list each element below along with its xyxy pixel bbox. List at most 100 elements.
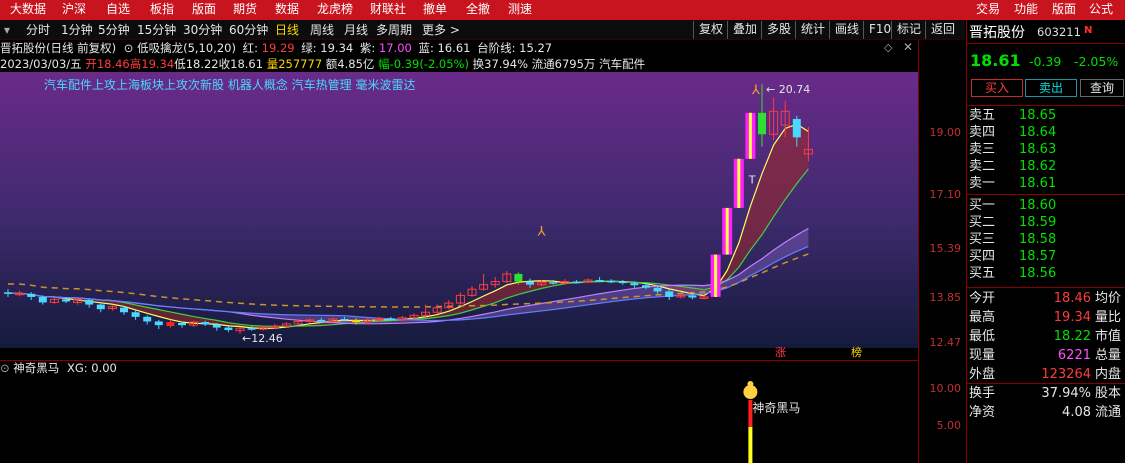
period-tab[interactable]: 多周期	[376, 20, 412, 40]
top-menu-item[interactable]: 交易	[976, 0, 1000, 20]
query-button[interactable]: 查询	[1080, 79, 1124, 97]
ask-row[interactable]: 卖三 18.63	[967, 141, 1125, 158]
ask-row[interactable]: 卖五 18.65	[967, 107, 1125, 124]
bid-price: 18.56	[1019, 266, 1057, 281]
period-tab[interactable]: 日线	[275, 20, 299, 40]
bar-high: 高19.34	[129, 57, 175, 71]
quote-last-price: 18.61	[970, 51, 1021, 70]
candle-body	[549, 282, 558, 284]
top-menu-item[interactable]: 公式	[1089, 0, 1113, 20]
period-menu-arrow-icon[interactable]: ▾	[4, 20, 10, 40]
ask-row[interactable]: 卖二 18.62	[967, 158, 1125, 175]
top-menu-item[interactable]: 功能	[1014, 0, 1038, 20]
sell-button[interactable]: 卖出	[1025, 79, 1077, 97]
period-tab[interactable]: 更多 >	[422, 20, 460, 40]
toolbar-button[interactable]: 画线	[829, 21, 859, 39]
period-tab[interactable]: 月线	[344, 20, 368, 40]
stat-value: 18.46	[1053, 291, 1091, 306]
indicator-panel[interactable]: 神奇黑马	[0, 360, 918, 463]
t-marker: T	[748, 173, 756, 186]
ask-row[interactable]: 卖四 18.64	[967, 124, 1125, 141]
period-tab[interactable]: 5分钟	[98, 20, 130, 40]
top-menu-item[interactable]: 板指	[150, 0, 174, 20]
price-axis: 19.00 17.10 15.39 13.85 12.47 10.00 5.00	[918, 40, 965, 463]
bid-row[interactable]: 买四 18.57	[967, 248, 1125, 265]
price-axis-label: 15.39	[929, 242, 962, 255]
toolbar-button[interactable]: 返回	[925, 21, 955, 39]
bid-row[interactable]: 买五 18.56	[967, 265, 1125, 282]
bar-close: 收18.61	[218, 57, 264, 71]
top-menu-item[interactable]: 大数据	[10, 0, 46, 20]
period-tab[interactable]: 分时	[26, 20, 50, 40]
ask-label: 卖三	[969, 142, 996, 157]
bar-float: 流通6795万	[531, 57, 596, 71]
toolbar-button[interactable]: 多股	[761, 21, 791, 39]
bid-price: 18.60	[1019, 198, 1057, 213]
period-tab[interactable]: 15分钟	[137, 20, 176, 40]
top-menu-item[interactable]: 自选	[106, 0, 130, 20]
bid-label: 买五	[969, 266, 996, 281]
candle-body	[38, 296, 47, 303]
candle-body	[607, 280, 616, 283]
candle-body	[96, 304, 105, 310]
period-tab[interactable]: 周线	[310, 20, 334, 40]
ask-label: 卖一	[969, 176, 996, 191]
signal-bar	[748, 427, 753, 463]
candle-body	[665, 291, 674, 297]
close-icon[interactable]: ✕	[903, 40, 913, 54]
candlestick-chart[interactable]: ← 20.74 ←12.46 T ⅄ ⅄ 涨 榜 汽车配件上攻上海板块上攻次新股 机器人概念…	[0, 72, 918, 360]
stat-row: 最高 19.34 量比	[967, 308, 1125, 327]
bid-row[interactable]: 买三 18.58	[967, 231, 1125, 248]
candle-body	[201, 322, 210, 325]
toolbar-button[interactable]: 统计	[795, 21, 825, 39]
candle-body	[526, 281, 534, 285]
indicator-axis-label: 5.00	[936, 419, 962, 432]
candle-limit-up-core	[714, 254, 718, 297]
top-menu-item[interactable]: 沪深	[62, 0, 86, 20]
top-menu-item[interactable]: 版面	[192, 0, 216, 20]
top-menu-item[interactable]: 龙虎榜	[317, 0, 353, 20]
stat-row: 今开 18.46 均价	[967, 289, 1125, 308]
step-label: 台阶线:	[477, 41, 520, 55]
bid-row[interactable]: 买二 18.59	[967, 214, 1125, 231]
divider	[967, 43, 1125, 44]
top-menu-item[interactable]: 版面	[1052, 0, 1076, 20]
ask-row[interactable]: 卖一 18.61	[967, 175, 1125, 192]
candle-body	[352, 319, 360, 323]
top-menu-item[interactable]: 数据	[275, 0, 299, 20]
candle-body	[247, 328, 256, 330]
candle-body	[642, 285, 650, 288]
candle-limit-up-core	[737, 158, 741, 208]
buy-button[interactable]: 买入	[971, 79, 1023, 97]
settings-icon[interactable]: ⊙	[124, 41, 134, 55]
period-tab[interactable]: 1分钟	[61, 20, 93, 40]
candle-body	[178, 322, 186, 326]
top-menu-item[interactable]: 测速	[508, 0, 532, 20]
stat-label-right: 股本	[1095, 386, 1122, 401]
toolbar-button[interactable]: 复权	[693, 21, 723, 39]
diamond-icon[interactable]: ◇	[884, 41, 892, 54]
period-tab[interactable]: 60分钟	[229, 20, 268, 40]
signal-icon: ⅄	[751, 83, 760, 98]
candle-body	[618, 281, 627, 284]
indicator-collapse-icon[interactable]: ⊙	[0, 361, 10, 375]
candle-body	[120, 307, 128, 313]
period-tab[interactable]: 30分钟	[183, 20, 222, 40]
signal-label: 神奇黑马	[752, 401, 800, 415]
toolbar-button[interactable]: 标记	[891, 21, 921, 39]
blue-value: 16.61	[437, 41, 471, 55]
toolbar-button[interactable]: F10	[863, 21, 891, 39]
top-menu-item[interactable]: 期货	[233, 0, 257, 20]
bid-label: 买二	[969, 215, 996, 230]
bid-row[interactable]: 买一 18.60	[967, 197, 1125, 214]
top-menu-item[interactable]: 财联社	[370, 0, 406, 20]
toolbar-button[interactable]: 叠加	[727, 21, 757, 39]
bid-price: 18.59	[1019, 215, 1057, 230]
stat-value: 123264	[1041, 367, 1091, 382]
bar-amplitude: 幅-0.39(-2.05%)	[378, 57, 469, 71]
top-menu-item[interactable]: 全撤	[466, 0, 490, 20]
bid-price: 18.57	[1019, 249, 1057, 264]
stat-row: 最低 18.22 市值	[967, 327, 1125, 346]
top-menu-item[interactable]: 撤单	[423, 0, 447, 20]
stat-label: 最低	[969, 329, 996, 344]
